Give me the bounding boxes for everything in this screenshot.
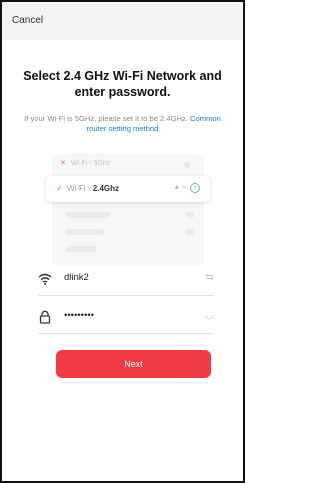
app-frame: Cancel Select 2.4 GHz Wi-Fi Network and … xyxy=(0,0,245,483)
info-icon: i xyxy=(190,183,200,193)
dot-icon xyxy=(184,162,190,168)
placeholder-bar xyxy=(66,212,110,218)
password-field[interactable]: ••••••••• ◡ xyxy=(38,308,214,334)
eye-closed-icon[interactable]: ◡ xyxy=(205,310,214,321)
wifi-row-5g: ✕ Wi-Fi - 5Ghz xyxy=(60,159,196,173)
placeholder-bar xyxy=(66,246,96,252)
lock-icon xyxy=(38,310,52,324)
switch-network-icon[interactable]: ⇆ xyxy=(206,272,214,283)
ssid-field[interactable]: dlink2 ⇆ xyxy=(38,270,214,296)
wifi-hint: If your Wi-Fi is 5GHz, please set it to … xyxy=(14,114,231,134)
top-bar: Cancel xyxy=(2,2,243,40)
password-value: ••••••••• xyxy=(64,310,94,321)
wifi-hint-text: If your Wi-Fi is 5GHz, please set it to … xyxy=(24,114,188,123)
placeholder-bar xyxy=(186,229,194,235)
ssid-value: dlink2 xyxy=(64,272,89,283)
wifi-illustration: ✕ Wi-Fi - 5Ghz ✓ Wi-Fi - 2.4Ghz ▲ ≈ i xyxy=(46,154,210,266)
wifi-row-24g-band: 2.4Ghz xyxy=(92,184,119,193)
page-title: Select 2.4 GHz Wi-Fi Network and enter p… xyxy=(23,69,222,99)
cancel-button[interactable]: Cancel xyxy=(12,15,43,26)
check-icon: ✓ xyxy=(56,184,63,193)
wifi-icon: ≈ xyxy=(182,184,187,191)
x-icon: ✕ xyxy=(60,160,66,167)
wifi-row-24g: ✓ Wi-Fi - 2.4Ghz ▲ ≈ i xyxy=(46,176,210,202)
next-button[interactable]: Next xyxy=(56,350,211,378)
placeholder-bar xyxy=(66,229,104,235)
wifi-icon xyxy=(38,272,52,286)
lock-icon: ▲ xyxy=(173,184,181,191)
wifi-row-icons: ▲ ≈ i xyxy=(173,183,200,193)
placeholder-bar xyxy=(186,212,194,218)
wifi-row-24g-prefix: Wi-Fi - xyxy=(67,184,93,193)
wifi-row-5g-label: Wi-Fi - 5Ghz xyxy=(70,160,111,167)
wifi-row-24g-label: Wi-Fi - 2.4Ghz xyxy=(67,184,119,193)
